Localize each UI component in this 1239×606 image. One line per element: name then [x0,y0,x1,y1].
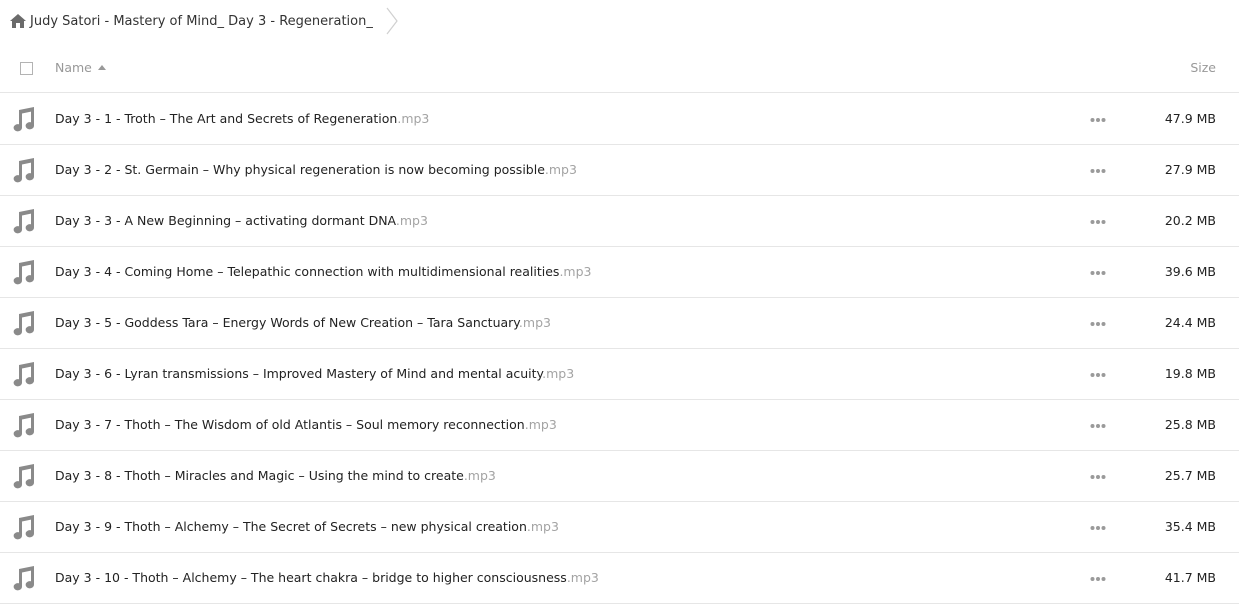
file-name[interactable]: Day 3 - 4 - Coming Home – Telepathic con… [55,264,591,279]
file-row[interactable]: Day 3 - 9 - Thoth – Alchemy – The Secret… [0,502,1239,553]
name-column-label: Name [55,60,92,75]
file-extension: .mp3 [524,417,557,432]
file-row[interactable]: Day 3 - 5 - Goddess Tara – Energy Words … [0,298,1239,349]
size-column-header[interactable]: Size [1190,60,1216,75]
file-name[interactable]: Day 3 - 1 - Troth – The Art and Secrets … [55,111,429,126]
sort-ascending-icon [97,65,106,70]
file-name[interactable]: Day 3 - 3 - A New Beginning – activating… [55,213,428,228]
file-size: 41.7 MB [1164,570,1216,585]
music-note-icon [13,311,35,336]
file-name[interactable]: Day 3 - 5 - Goddess Tara – Energy Words … [55,315,551,330]
more-options-icon[interactable] [1090,117,1106,123]
more-options-icon[interactable] [1090,372,1106,378]
music-note-icon [13,515,35,540]
music-note-icon [13,566,35,591]
file-size: 20.2 MB [1164,213,1216,228]
more-options-icon[interactable] [1090,474,1106,480]
file-name[interactable]: Day 3 - 10 - Thoth – Alchemy – The heart… [55,570,599,585]
file-extension: .mp3 [544,162,577,177]
file-size: 27.9 MB [1164,162,1216,177]
file-extension: .mp3 [397,111,430,126]
file-basename: Day 3 - 3 - A New Beginning – activating… [55,213,396,228]
file-name[interactable]: Day 3 - 6 - Lyran transmissions – Improv… [55,366,574,381]
file-basename: Day 3 - 10 - Thoth – Alchemy – The heart… [55,570,567,585]
file-browser: Judy Satori - Mastery of Mind_ Day 3 - R… [0,0,1239,606]
file-row[interactable]: Day 3 - 10 - Thoth – Alchemy – The heart… [0,553,1239,604]
file-extension: .mp3 [518,315,551,330]
file-row[interactable]: Day 3 - 8 - Thoth – Miracles and Magic –… [0,451,1239,502]
file-size: 25.8 MB [1164,417,1216,432]
breadcrumb-folder[interactable]: Judy Satori - Mastery of Mind_ Day 3 - R… [10,14,379,29]
music-note-icon [13,209,35,234]
breadcrumb: Judy Satori - Mastery of Mind_ Day 3 - R… [10,0,399,42]
more-options-icon[interactable] [1090,219,1106,225]
file-extension: .mp3 [463,468,496,483]
file-size: 19.8 MB [1164,366,1216,381]
file-name[interactable]: Day 3 - 9 - Thoth – Alchemy – The Secret… [55,519,559,534]
file-extension: .mp3 [395,213,428,228]
file-row[interactable]: Day 3 - 4 - Coming Home – Telepathic con… [0,247,1239,298]
music-note-icon [13,362,35,387]
select-all-checkbox[interactable] [20,62,33,75]
more-options-icon[interactable] [1090,168,1106,174]
music-note-icon [13,158,35,183]
file-basename: Day 3 - 7 - Thoth – The Wisdom of old At… [55,417,525,432]
file-basename: Day 3 - 8 - Thoth – Miracles and Magic –… [55,468,464,483]
file-row[interactable]: Day 3 - 6 - Lyran transmissions – Improv… [0,349,1239,400]
file-size: 25.7 MB [1164,468,1216,483]
file-basename: Day 3 - 2 - St. Germain – Why physical r… [55,162,545,177]
more-options-icon[interactable] [1090,576,1106,582]
file-size: 24.4 MB [1164,315,1216,330]
file-extension: .mp3 [542,366,575,381]
file-basename: Day 3 - 9 - Thoth – Alchemy – The Secret… [55,519,527,534]
file-row[interactable]: Day 3 - 3 - A New Beginning – activating… [0,196,1239,247]
file-name[interactable]: Day 3 - 2 - St. Germain – Why physical r… [55,162,577,177]
file-extension: .mp3 [566,570,599,585]
sort-by-name-header[interactable]: Name [55,60,106,75]
file-name[interactable]: Day 3 - 7 - Thoth – The Wisdom of old At… [55,417,557,432]
file-row[interactable]: Day 3 - 7 - Thoth – The Wisdom of old At… [0,400,1239,451]
file-size: 47.9 MB [1164,111,1216,126]
file-list-header: Name Size [0,43,1239,93]
file-extension: .mp3 [526,519,559,534]
file-size: 39.6 MB [1164,264,1216,279]
more-options-icon[interactable] [1090,270,1106,276]
music-note-icon [13,413,35,438]
file-extension: .mp3 [559,264,592,279]
home-icon [10,14,26,28]
music-note-icon [13,464,35,489]
file-row[interactable]: Day 3 - 1 - Troth – The Art and Secrets … [0,94,1239,145]
file-basename: Day 3 - 1 - Troth – The Art and Secrets … [55,111,398,126]
file-basename: Day 3 - 4 - Coming Home – Telepathic con… [55,264,560,279]
file-list: Day 3 - 1 - Troth – The Art and Secrets … [0,94,1239,604]
breadcrumb-folder-label: Judy Satori - Mastery of Mind_ Day 3 - R… [30,13,373,29]
music-note-icon [13,107,35,132]
file-name[interactable]: Day 3 - 8 - Thoth – Miracles and Magic –… [55,468,496,483]
file-row[interactable]: Day 3 - 2 - St. Germain – Why physical r… [0,145,1239,196]
more-options-icon[interactable] [1090,525,1106,531]
file-size: 35.4 MB [1164,519,1216,534]
file-basename: Day 3 - 5 - Goddess Tara – Energy Words … [55,315,519,330]
music-note-icon [13,260,35,285]
chevron-right-icon [386,7,398,35]
file-basename: Day 3 - 6 - Lyran transmissions – Improv… [55,366,543,381]
more-options-icon[interactable] [1090,321,1106,327]
more-options-icon[interactable] [1090,423,1106,429]
